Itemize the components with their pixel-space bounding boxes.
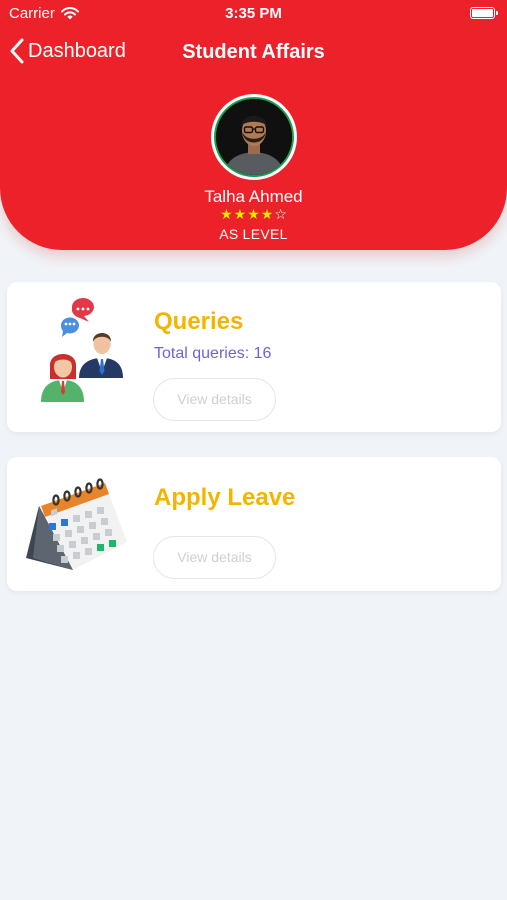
queries-card[interactable]: Queries Total queries: 16 View details [7,282,501,432]
star-filled-icon: ★ [260,206,274,222]
people-chat-icon [41,298,123,402]
leave-view-details-button[interactable]: View details [153,536,276,579]
page-title: Student Affairs [182,41,325,63]
battery-icon [470,7,498,19]
star-empty-icon: ☆ [274,206,287,222]
star-filled-icon: ★ [247,206,260,222]
apply-leave-title: Apply Leave [154,484,296,511]
profile-name: Talha Ahmed [204,187,303,206]
profile-photo [216,99,292,175]
clock: 3:35 PM [225,5,282,22]
queries-title: Queries [154,308,244,335]
status-bar: Carrier 3:35 PM [0,0,507,28]
apply-leave-card[interactable]: Apply Leave View details [7,457,501,591]
star-rating: ★ ★ ★ ★ ☆ [0,206,507,222]
calendar-icon [26,478,127,570]
navigation-bar: Dashboard Student Affairs [0,36,507,70]
student-level: AS LEVEL [219,226,288,242]
header: Carrier 3:35 PM Dashboard Student Affair… [0,0,507,250]
queries-view-details-button[interactable]: View details [153,378,276,421]
star-filled-icon: ★ [233,206,247,222]
star-filled-icon: ★ [220,206,233,222]
queries-total: Total queries: 16 [154,345,272,362]
avatar[interactable] [211,94,297,180]
